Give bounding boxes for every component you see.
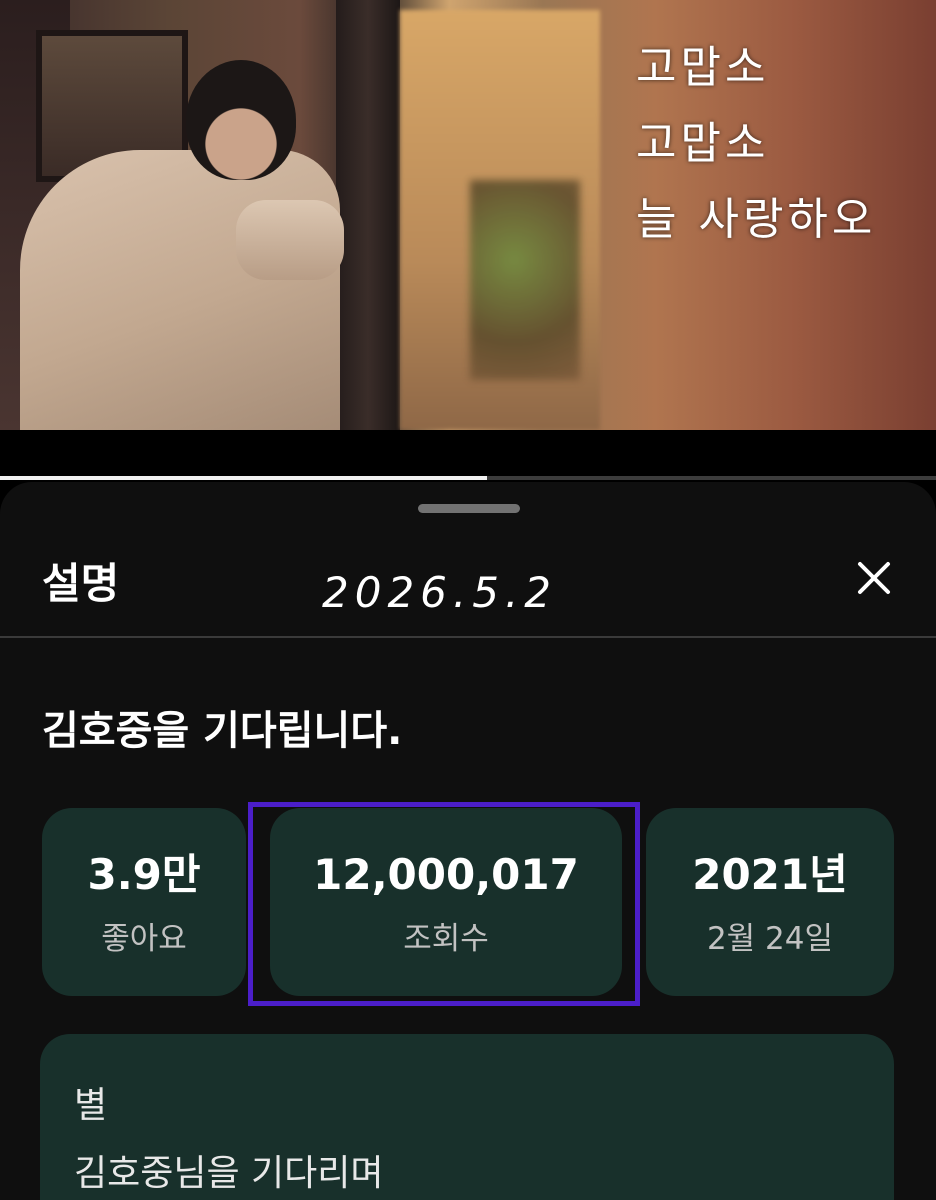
stat-date-day: 2월 24일 — [706, 920, 834, 957]
stat-likes: 3.9만 좋아요 — [42, 808, 246, 996]
video-scene-person — [20, 150, 340, 430]
video-scene-poster — [470, 180, 580, 380]
video-scene-pillar — [336, 0, 400, 430]
close-icon — [858, 562, 890, 594]
stat-date-year: 2021년 — [692, 849, 848, 899]
description-card[interactable]: 별 김호중님을 기다리며 — [40, 1034, 894, 1200]
description-line: 별 — [74, 1085, 108, 1126]
overlay-line: 고맙소 — [636, 118, 770, 169]
close-button[interactable] — [850, 554, 898, 602]
sheet-drag-handle[interactable] — [418, 504, 520, 513]
video-overlay-caption: 고맙소 고맙소 늘 사랑하오 — [636, 30, 926, 258]
overlay-line: 고맙소 — [636, 42, 770, 93]
video-progress-bar[interactable] — [0, 476, 936, 480]
video-scene-person-arm — [236, 200, 344, 280]
description-line: 김호중님을 기다리며 — [74, 1153, 384, 1194]
stat-likes-label: 좋아요 — [101, 920, 187, 957]
stat-date: 2021년 2월 24일 — [646, 808, 894, 996]
divider — [0, 636, 936, 638]
description-sheet: 설명 2026.5.2 김호중을 기다립니다. 3.9만 좋아요 12,000,… — [0, 482, 936, 1200]
video-progress-fill — [0, 476, 487, 480]
video-title: 김호중을 기다립니다. — [42, 708, 403, 754]
stat-likes-value: 3.9만 — [87, 849, 201, 899]
sheet-title: 설명 — [42, 559, 120, 608]
video-player[interactable]: 고맙소 고맙소 늘 사랑하오 — [0, 0, 936, 430]
video-scene-person-head — [186, 60, 296, 180]
views-highlight-box — [248, 802, 640, 1006]
handwritten-date: 2026.5.2 — [322, 568, 558, 617]
overlay-line: 늘 사랑하오 — [636, 194, 877, 245]
